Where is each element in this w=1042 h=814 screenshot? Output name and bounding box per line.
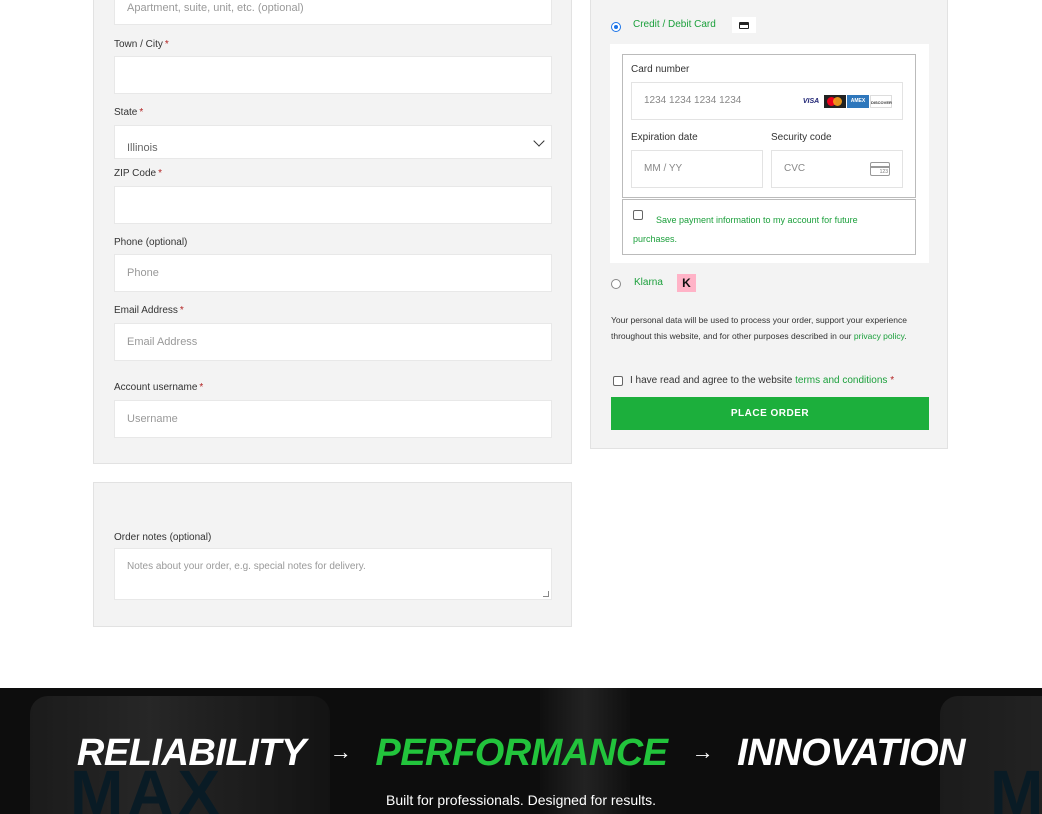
place-order-button[interactable]: PLACE ORDER (611, 397, 929, 430)
town-label: Town / City * (114, 39, 169, 50)
card-icon-box (732, 17, 756, 33)
phone-input[interactable]: Phone (114, 254, 552, 292)
klarna-label[interactable]: Klarna (634, 277, 663, 288)
headline-word-performance: PERFORMANCE (375, 732, 668, 774)
privacy-notice: Your personal data will be used to proce… (611, 315, 907, 341)
headline-word-innovation: INNOVATION (737, 732, 966, 774)
mastercard-icon (824, 95, 846, 108)
email-input[interactable]: Email Address (114, 323, 552, 361)
expiry-input[interactable]: MM / YY (631, 150, 763, 188)
username-label: Account username * (114, 382, 204, 393)
card-number-label: Card number (631, 64, 690, 75)
klarna-logo-icon: K (677, 274, 696, 292)
terms-checkbox[interactable] (613, 376, 623, 386)
address2-input[interactable]: Apartment, suite, unit, etc. (optional) (114, 0, 552, 25)
arrow-right-icon: → (691, 739, 714, 764)
order-notes-label: Order notes (optional) (114, 532, 212, 543)
state-select[interactable]: Illinois (114, 125, 552, 159)
cvc-input[interactable]: CVC 123 (771, 150, 903, 188)
amex-icon: AMEX (847, 95, 869, 108)
payment-panel: Credit / Debit Card Card number 1234 123… (590, 0, 948, 449)
order-notes-textarea[interactable]: Notes about your order, e.g. special not… (114, 548, 552, 600)
privacy-policy-link[interactable]: privacy policy (854, 331, 904, 341)
expiry-label: Expiration date (631, 132, 698, 143)
brand-banner: MAX M RELIABILITY → PERFORMANCE → INNOVA… (0, 688, 1042, 814)
zip-input[interactable] (114, 186, 552, 224)
terms-link[interactable]: terms and conditions (795, 375, 887, 386)
banner-headline: RELIABILITY → PERFORMANCE → INNOVATION (0, 732, 1042, 775)
billing-form-panel: Apartment, suite, unit, etc. (optional) … (93, 0, 572, 464)
order-notes-panel: Order notes (optional) Notes about your … (93, 482, 572, 627)
zip-label: ZIP Code * (114, 168, 162, 179)
card-number-placeholder: 1234 1234 1234 1234 (644, 95, 742, 106)
order-notes-placeholder: Notes about your order, e.g. special not… (127, 561, 366, 572)
card-fields-frame: Card number 1234 1234 1234 1234 VISA AME… (622, 54, 916, 198)
cvc-placeholder: CVC (784, 163, 806, 174)
chevron-down-icon (533, 135, 545, 147)
town-input[interactable] (114, 56, 552, 94)
card-payment-radio[interactable] (611, 22, 621, 32)
terms-label: I have read and agree to the website ter… (630, 375, 895, 386)
visa-icon: VISA (800, 95, 822, 108)
credit-card-icon (739, 22, 749, 29)
email-label: Email Address * (114, 305, 184, 316)
arrow-right-icon: → (329, 739, 352, 764)
state-value: Illinois (127, 142, 158, 154)
resize-handle-icon[interactable] (543, 591, 549, 597)
username-input[interactable]: Username (114, 400, 552, 438)
card-option-label[interactable]: Credit / Debit Card (633, 19, 716, 30)
phone-label: Phone (optional) (114, 237, 188, 248)
banner-tagline: Built for professionals. Designed for re… (385, 792, 656, 808)
card-number-input[interactable]: 1234 1234 1234 1234 VISA AMEX DISCOVER (631, 82, 903, 120)
save-payment-label[interactable]: Save payment information to my account f… (633, 211, 903, 249)
cvc-label: Security code (771, 132, 832, 143)
state-label: State * (114, 107, 144, 118)
klarna-radio[interactable] (611, 279, 621, 289)
card-form-box: Card number 1234 1234 1234 1234 VISA AME… (610, 44, 929, 263)
save-payment-frame: Save payment information to my account f… (622, 199, 916, 255)
headline-word-reliability: RELIABILITY (76, 732, 306, 774)
cvc-card-icon: 123 (870, 162, 890, 176)
discover-icon: DISCOVER (870, 95, 892, 108)
